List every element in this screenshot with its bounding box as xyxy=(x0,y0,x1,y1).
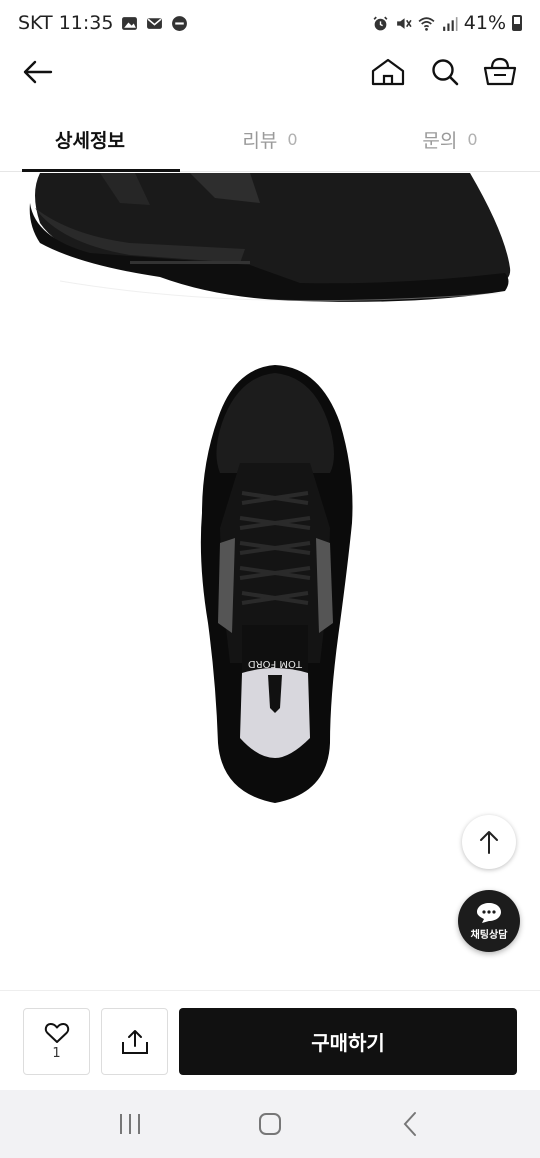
brand-label: TOM FORD xyxy=(248,658,303,669)
tab-inquiry-count: 0 xyxy=(467,130,478,149)
tab-reviews-label: 리뷰 xyxy=(242,130,278,152)
battery-icon xyxy=(512,15,522,31)
home-circle-icon xyxy=(259,1113,281,1135)
battery-percent: 41% xyxy=(463,12,506,34)
chat-bubble-icon xyxy=(477,902,501,923)
back-button[interactable] xyxy=(18,52,58,92)
search-button[interactable] xyxy=(425,52,465,92)
home-icon xyxy=(371,58,405,86)
carrier-time: SKT 11:35 xyxy=(18,12,114,34)
cart-button[interactable] xyxy=(480,52,520,92)
share-button[interactable] xyxy=(101,1008,168,1075)
tab-inquiry[interactable]: 문의 0 xyxy=(360,108,540,171)
like-count: 1 xyxy=(52,1046,61,1061)
product-tabs: 상세정보 리뷰 0 문의 0 xyxy=(0,108,540,172)
buy-button[interactable]: 구매하기 xyxy=(179,1008,517,1075)
tab-detail[interactable]: 상세정보 xyxy=(0,108,180,172)
arrow-left-icon xyxy=(23,60,53,84)
gallery-icon xyxy=(122,16,138,30)
home-button[interactable] xyxy=(368,52,408,92)
bottom-action-bar: 1 구매하기 xyxy=(0,990,540,1090)
tab-inquiry-label: 문의 xyxy=(422,130,458,152)
recent-apps-icon xyxy=(120,1114,140,1134)
heart-icon xyxy=(44,1022,69,1043)
chevron-left-icon xyxy=(403,1112,416,1136)
basket-icon xyxy=(483,57,517,86)
system-nav-bar xyxy=(0,1090,540,1158)
status-right: 41% xyxy=(372,12,522,34)
sneaker-side-image xyxy=(29,173,511,302)
search-icon xyxy=(432,59,459,86)
do-not-disturb-icon xyxy=(172,15,188,31)
back-nav-button[interactable] xyxy=(390,1104,430,1144)
status-left: SKT 11:35 xyxy=(18,12,188,34)
home-nav-button[interactable] xyxy=(250,1104,290,1144)
scroll-to-top-button[interactable] xyxy=(462,815,516,869)
arrow-up-icon xyxy=(480,831,498,854)
mute-icon xyxy=(396,17,412,29)
sneaker-top-image: TOM FORD xyxy=(200,365,353,803)
share-icon xyxy=(121,1029,148,1054)
tab-reviews[interactable]: 리뷰 0 xyxy=(180,108,360,171)
tab-reviews-count: 0 xyxy=(287,130,298,149)
wifi-icon xyxy=(418,16,435,31)
like-button[interactable]: 1 xyxy=(23,1008,90,1075)
mail-icon xyxy=(147,17,163,29)
chat-consult-button[interactable]: 채팅상담 xyxy=(458,890,520,952)
app-bar xyxy=(0,46,540,98)
status-bar: SKT 11:35 41% xyxy=(0,0,540,46)
signal-icon xyxy=(442,16,458,31)
tab-detail-label: 상세정보 xyxy=(55,130,125,152)
chat-consult-label: 채팅상담 xyxy=(470,929,508,941)
recent-apps-button[interactable] xyxy=(110,1104,150,1144)
product-detail-content: TOM FORD xyxy=(0,173,540,990)
alarm-icon xyxy=(373,16,388,30)
